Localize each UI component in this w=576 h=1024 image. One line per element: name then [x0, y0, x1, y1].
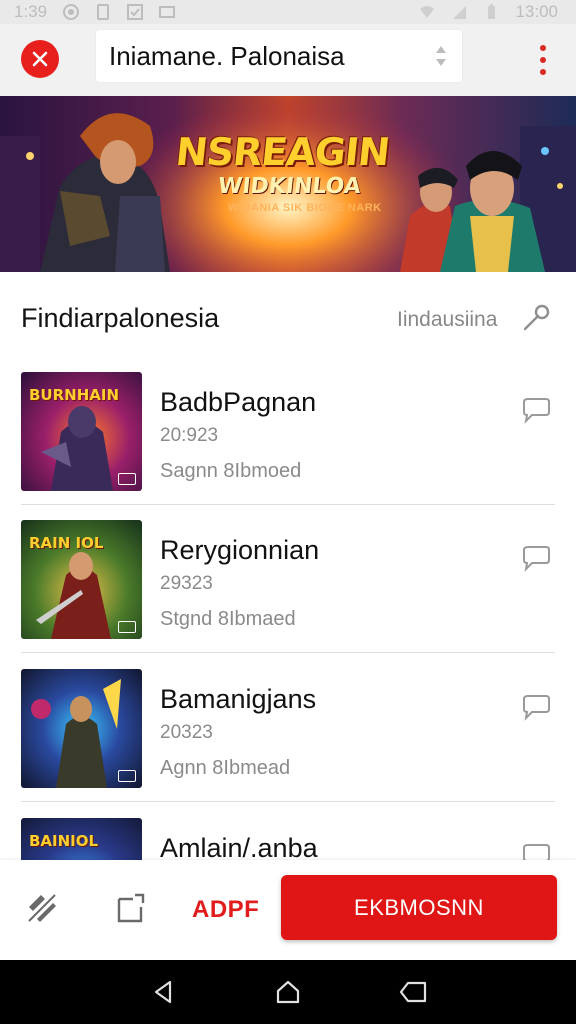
tag-icon [118, 770, 136, 782]
system-nav-bar [0, 960, 576, 1024]
sort-icon[interactable] [434, 45, 448, 67]
edit-off-icon[interactable] [24, 890, 60, 926]
notification-icon [159, 6, 176, 18]
home-icon[interactable] [272, 976, 304, 1008]
banner-tagline: WIDANIA SIK BIOOE NARK [228, 202, 382, 214]
status-bar: 1:39 13:00 [0, 0, 576, 24]
section-title: Findiarpalonesia [21, 303, 220, 333]
action-bar: ADPF EKBMOSNN [0, 860, 576, 960]
divider [21, 652, 555, 653]
item-thumbnail: RAIN IOL [21, 520, 142, 639]
item-number: 20:923 [160, 425, 219, 446]
tag-icon [118, 473, 136, 485]
wifi-icon [420, 6, 435, 18]
item-meta: Sagnn 8Ibmoed [160, 460, 302, 482]
hero-banner[interactable]: NSREAGIN WIDKINLOA WIDANIA SIK BIOOE NAR… [0, 96, 576, 272]
item-thumbnail: BURNHAIN [21, 372, 142, 491]
banner-subtitle: WIDKINLOA [216, 174, 363, 199]
more-vert-icon[interactable] [533, 42, 553, 78]
recents-icon[interactable] [397, 976, 429, 1008]
thumb-title: BURNHAIN [29, 386, 120, 404]
tag-icon [118, 621, 136, 633]
adpf-link[interactable]: ADPF [192, 896, 259, 924]
back-icon[interactable] [147, 976, 179, 1008]
list-item[interactable]: Bamanigjans 20323 Agnn 8Ibmead [0, 654, 576, 802]
search-input-value: Iniamane. Palonaisa [109, 40, 345, 71]
item-title: Rerygionnian [160, 535, 320, 565]
close-button[interactable] [21, 40, 59, 78]
list-item[interactable]: RAIN IOL Rerygionnian 29323 Stgnd 8Ibmae… [0, 505, 576, 653]
comment-icon[interactable] [520, 693, 552, 721]
item-title: Bamanigjans [160, 684, 317, 714]
status-time-right: 13:00 [515, 2, 558, 21]
thumb-title: RAIN IOL [29, 534, 104, 552]
thumb-title: BAINIOL [29, 832, 99, 850]
item-number: 29323 [160, 573, 213, 594]
primary-action-button[interactable]: EKBMOSNN [281, 875, 557, 940]
divider [21, 801, 555, 802]
item-title: BadbPagnan [160, 387, 317, 417]
signal-icon [453, 6, 467, 19]
item-meta: Agnn 8Ibmead [160, 757, 291, 779]
status-time-left: 1:39 [14, 2, 48, 21]
section-header: Findiarpalonesia Iindausiina [0, 272, 576, 368]
list-item[interactable]: BURNHAIN BadbPagnan 20:923 Sagnn 8Ibmoed [0, 357, 576, 505]
search-input[interactable]: Iniamane. Palonaisa [96, 30, 462, 82]
check-icon [127, 4, 144, 20]
section-filter-label[interactable]: Iindausiina [397, 308, 497, 332]
item-thumbnail [21, 669, 142, 788]
sim-icon [97, 4, 110, 20]
battery-icon [488, 4, 496, 19]
comment-icon[interactable] [520, 396, 552, 424]
app-bar: Iniamane. Palonaisa [0, 24, 576, 96]
wrench-icon[interactable] [520, 302, 552, 334]
close-icon [32, 51, 48, 67]
item-number: 20323 [160, 722, 213, 743]
share-icon[interactable] [112, 890, 148, 926]
record-icon [63, 4, 80, 20]
banner-title: NSREAGIN [173, 130, 392, 174]
comment-icon[interactable] [520, 544, 552, 572]
item-meta: Stgnd 8Ibmaed [160, 608, 296, 630]
